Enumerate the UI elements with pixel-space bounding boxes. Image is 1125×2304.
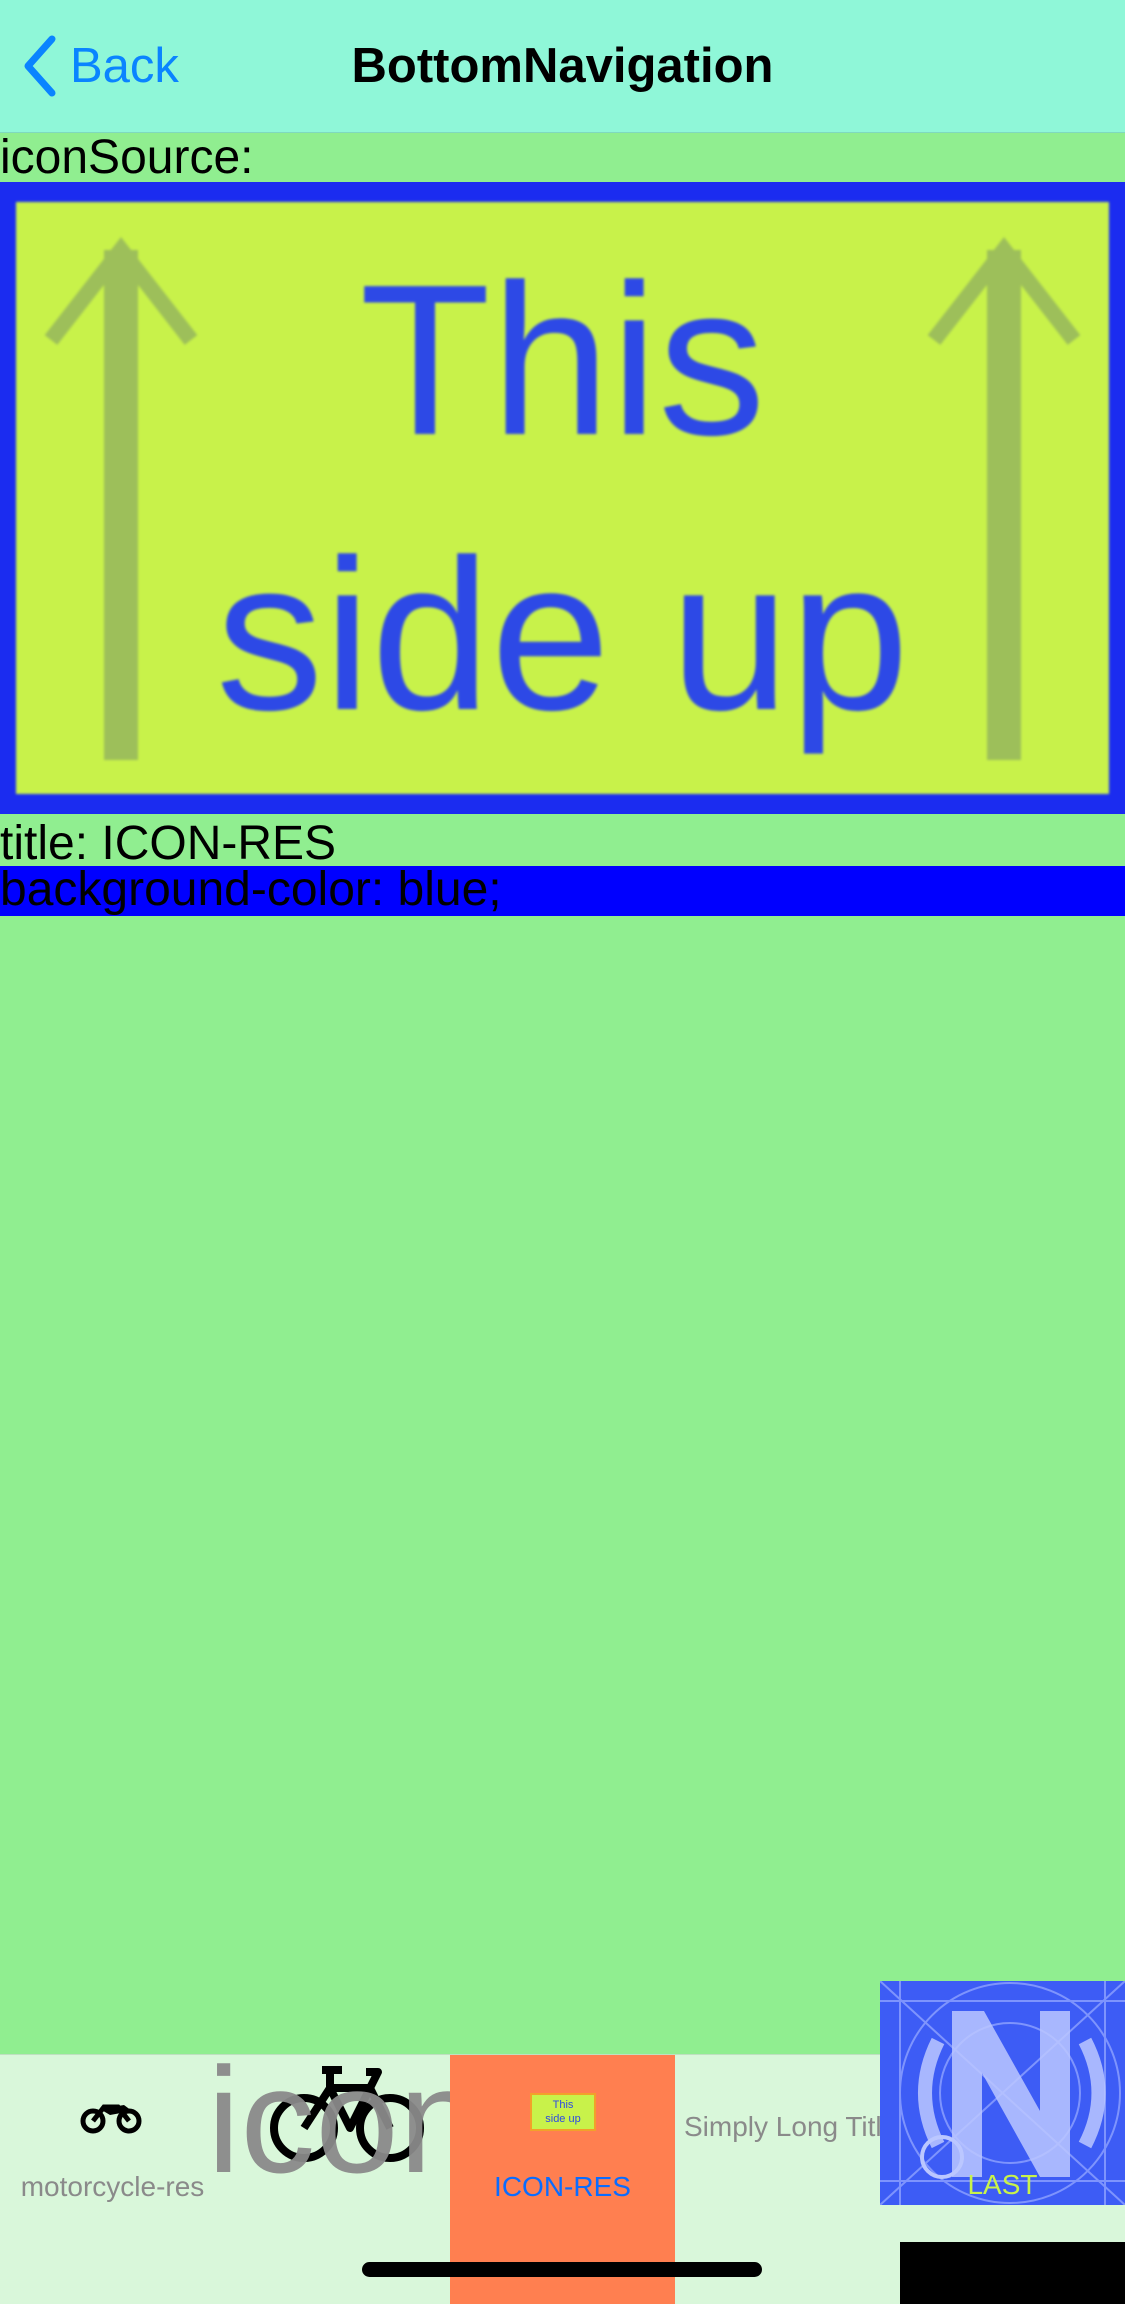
home-indicator — [362, 2262, 762, 2277]
this-side-up-icon: This side up — [530, 2093, 596, 2131]
icon-text-line2: side up — [545, 2113, 581, 2125]
tab-last[interactable]: LAST — [880, 1981, 1125, 2205]
icon-source-image: This side up — [0, 182, 1125, 814]
tab-label: LAST — [967, 2169, 1038, 2200]
image-text-line1: This — [359, 239, 766, 480]
image-text-line2: side up — [215, 514, 910, 755]
background-color-line: background-color: blue; — [0, 863, 502, 916]
black-corner — [900, 2242, 1125, 2304]
icon-text-line1: This — [552, 2099, 574, 2111]
tab-label: motorcycle-res — [20, 2171, 205, 2202]
navigation-bar: Back BottomNavigation — [0, 0, 1125, 133]
tab-label: ICON-RES — [494, 2171, 631, 2202]
page-title: BottomNavigation — [351, 39, 774, 93]
motorcycle-icon — [80, 2104, 142, 2134]
tab-label: Simply Long Title — [684, 2111, 880, 2142]
tab-label: icon — [207, 2036, 483, 2204]
tab-motorcycle-res[interactable]: motorcycle-res — [0, 2055, 225, 2304]
icon-source-label: iconSource: — [0, 131, 254, 184]
